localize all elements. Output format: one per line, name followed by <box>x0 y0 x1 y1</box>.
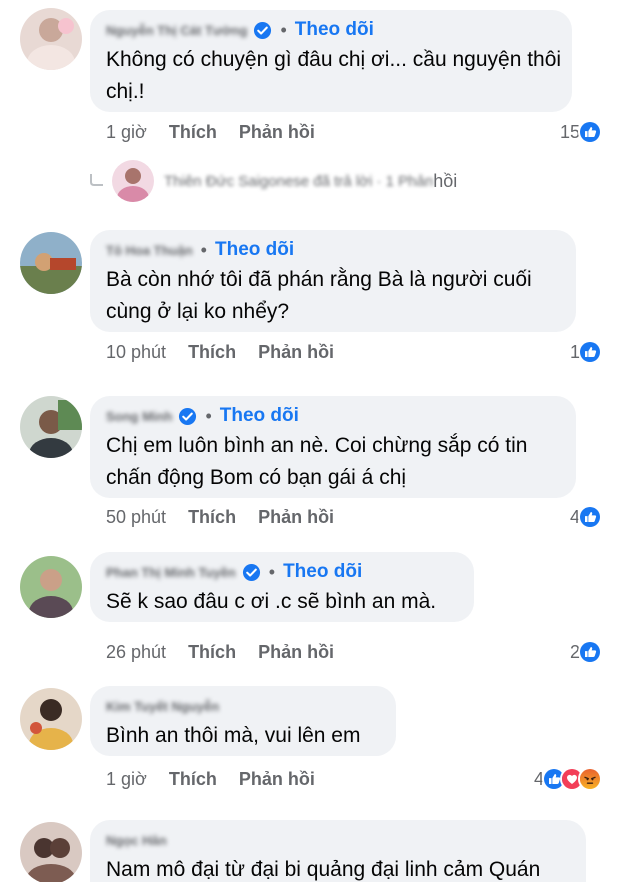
reply-arrow-icon <box>90 174 103 186</box>
like-button[interactable]: Thích <box>188 507 236 528</box>
follow-button[interactable]: Theo dõi <box>295 19 374 41</box>
comment-bubble: Ngọc Hân Nam mô đại từ đại bi quảng đại … <box>90 820 586 882</box>
reply-thread-label-end: hồi <box>433 170 458 191</box>
comment-actions: 1 giờ Thích Phản hồi <box>106 118 315 146</box>
follow-button[interactable]: Theo dõi <box>220 405 299 427</box>
reply-thread-link[interactable]: Thiên Đức Saigonese đã trả lời · 1 Phản … <box>88 158 457 204</box>
separator-dot: • <box>200 239 207 260</box>
avatar[interactable] <box>20 232 82 294</box>
comment-text: Bà còn nhớ tôi đã phán rằng Bà là người … <box>106 268 532 323</box>
like-icon <box>578 340 602 364</box>
comment-author[interactable]: Tô Hoa Thuận <box>106 243 193 258</box>
like-icon <box>578 640 602 664</box>
like-button[interactable]: Thích <box>169 769 217 790</box>
comment-author[interactable]: Phan Thị Minh Tuyền <box>106 565 236 580</box>
verified-badge-icon <box>242 563 260 581</box>
comment-text: Không có chuyện gì đâu chị ơi... cầu ngu… <box>106 48 562 103</box>
like-button[interactable]: Thích <box>188 342 236 363</box>
comment-text: Nam mô đại từ đại bi quảng đại linh cảm … <box>106 858 541 881</box>
reply-button[interactable]: Phản hồi <box>258 507 334 528</box>
comment-author[interactable]: Nguyễn Thị Cát Tường <box>106 23 247 38</box>
follow-button[interactable]: Theo dõi <box>215 239 294 261</box>
reaction-summary[interactable]: 2 <box>570 638 602 666</box>
comment-bubble: Nguyễn Thị Cát Tường • Theo dõi Không có… <box>90 10 572 112</box>
reply-button[interactable]: Phản hồi <box>239 122 315 143</box>
reply-button[interactable]: Phản hồi <box>258 342 334 363</box>
separator-dot: • <box>280 19 287 40</box>
avatar[interactable] <box>20 822 82 882</box>
like-button[interactable]: Thích <box>188 642 236 663</box>
like-icon <box>578 120 602 144</box>
comment-actions: 10 phút Thích Phản hồi <box>106 338 334 366</box>
comment-text: Bình an thôi mà, vui lên em <box>106 724 361 747</box>
avatar[interactable] <box>20 396 82 458</box>
like-icon <box>578 505 602 529</box>
comment-bubble: Tô Hoa Thuận • Theo dõi Bà còn nhớ tôi đ… <box>90 230 576 332</box>
comment-text: Sẽ k sao đâu c ơi .c sẽ bình an mà. <box>106 590 437 613</box>
angry-icon <box>578 767 602 791</box>
avatar[interactable] <box>20 8 82 70</box>
comment-actions: 50 phút Thích Phản hồi <box>106 503 334 531</box>
comment-text: Chị em luôn bình an nè. Coi chừng sắp có… <box>106 434 528 489</box>
verified-badge-icon <box>254 21 272 39</box>
reaction-summary[interactable]: 15 <box>560 118 602 146</box>
comment-author[interactable]: Ngọc Hân <box>106 833 167 848</box>
comment-actions: 26 phút Thích Phản hồi <box>106 638 334 666</box>
reaction-summary[interactable]: 4 <box>570 503 602 531</box>
reply-button[interactable]: Phản hồi <box>258 642 334 663</box>
reply-thread-label: Thiên Đức Saigonese đã trả lời · 1 Phản <box>164 172 434 190</box>
reaction-summary[interactable]: 4 <box>534 765 602 793</box>
comment-time[interactable]: 10 phút <box>106 342 166 363</box>
separator-dot: • <box>205 405 212 426</box>
comment-author[interactable]: Kim Tuyết Nguyễn <box>106 699 219 714</box>
follow-button[interactable]: Theo dõi <box>283 561 362 583</box>
like-button[interactable]: Thích <box>169 122 217 143</box>
comment-time[interactable]: 50 phút <box>106 507 166 528</box>
avatar[interactable] <box>20 556 82 618</box>
avatar[interactable] <box>20 688 82 750</box>
separator-dot: • <box>268 561 276 582</box>
reaction-summary[interactable]: 1 <box>570 338 602 366</box>
comment-bubble: Song Minh • Theo dõi Chị em luôn bình an… <box>90 396 576 498</box>
comment-actions: 1 giờ Thích Phản hồi <box>106 765 315 793</box>
reaction-count: 15 <box>559 121 580 142</box>
comment-time[interactable]: 1 giờ <box>106 122 147 143</box>
comment-time[interactable]: 26 phút <box>106 642 166 663</box>
comment-bubble: Phan Thị Minh Tuyền • Theo dõi Sẽ k sao … <box>90 552 474 622</box>
comment-bubble: Kim Tuyết Nguyễn Bình an thôi mà, vui lê… <box>90 686 396 756</box>
avatar[interactable] <box>112 160 154 202</box>
verified-badge-icon <box>179 407 197 425</box>
comment-time[interactable]: 1 giờ <box>106 769 147 790</box>
comment-author[interactable]: Song Minh <box>106 409 172 424</box>
reply-button[interactable]: Phản hồi <box>239 769 315 790</box>
